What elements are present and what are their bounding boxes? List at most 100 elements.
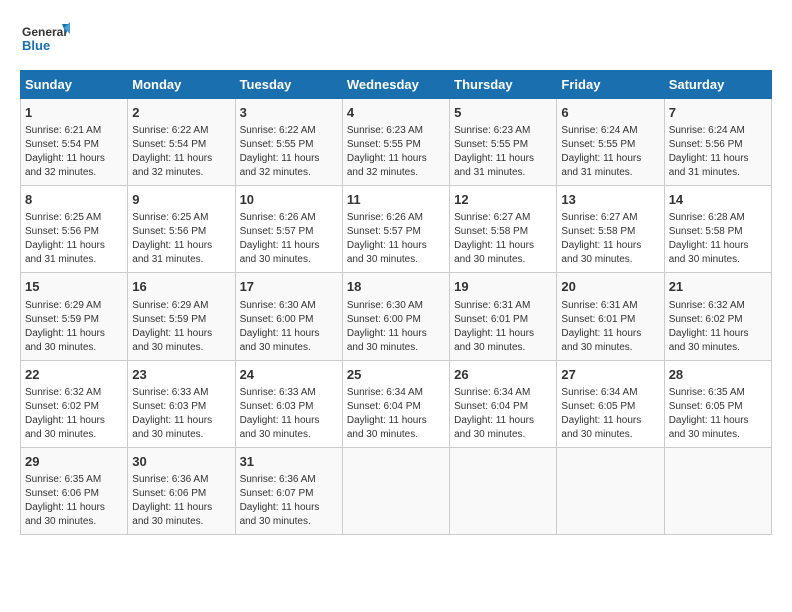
day-number: 7 [669,104,767,122]
calendar-week-row: 22 Sunrise: 6:32 AMSunset: 6:02 PMDayligh… [21,360,772,447]
day-number: 13 [561,191,659,209]
day-number: 11 [347,191,445,209]
calendar-day-cell: 6Sunrise: 6:24 AMSunset: 5:55 PMDaylight… [557,99,664,186]
day-info: Sunrise: 6:35 AMSunset: 6:05 PMDaylight:… [669,386,767,442]
day-info: Sunrise: 6:34 AMSunset: 6:04 PMDaylight:… [454,386,552,442]
day-number: 29 [25,453,123,471]
svg-text:Blue: Blue [22,38,50,53]
calendar-day-cell: 17Sunrise: 6:30 AMSunset: 6:00 PMDayligh… [235,273,342,360]
calendar-day-cell: 10 Sunrise: 6:26 AMSunset: 5:57 PMDayligh… [235,186,342,273]
day-number: 8 [25,191,123,209]
day-number: 20 [561,278,659,296]
day-number: 18 [347,278,445,296]
logo: General Blue [20,20,70,60]
day-number: 5 [454,104,552,122]
calendar-day-cell: 23Sunrise: 6:33 AMSunset: 6:03 PMDayligh… [128,360,235,447]
calendar-day-cell [450,447,557,534]
calendar-week-row: 29 Sunrise: 6:35 AMSunset: 6:06 PMDayligh… [21,447,772,534]
calendar-week-row: 1 Sunrise: 6:21 AMSunset: 5:54 PMDaylight… [21,99,772,186]
day-info: Sunrise: 6:25 AMSunset: 5:56 PMDaylight:… [25,211,123,267]
day-info: Sunrise: 6:31 AMSunset: 6:01 PMDaylight:… [561,299,659,355]
calendar-day-cell: 4Sunrise: 6:23 AMSunset: 5:55 PMDaylight… [342,99,449,186]
calendar-day-cell: 19Sunrise: 6:31 AMSunset: 6:01 PMDayligh… [450,273,557,360]
day-number: 24 [240,366,338,384]
calendar-day-cell: 22 Sunrise: 6:32 AMSunset: 6:02 PMDayligh… [21,360,128,447]
day-info: Sunrise: 6:34 AMSunset: 6:05 PMDaylight:… [561,386,659,442]
calendar-day-cell [342,447,449,534]
calendar-day-cell [664,447,771,534]
day-info: Sunrise: 6:28 AMSunset: 5:58 PMDaylight:… [669,211,767,267]
day-info: Sunrise: 6:27 AMSunset: 5:58 PMDaylight:… [454,211,552,267]
day-number: 17 [240,278,338,296]
day-number: 3 [240,104,338,122]
calendar-day-cell: 30Sunrise: 6:36 AMSunset: 6:06 PMDayligh… [128,447,235,534]
day-info: Sunrise: 6:36 AMSunset: 6:06 PMDaylight:… [132,473,230,529]
calendar-day-cell: 25Sunrise: 6:34 AMSunset: 6:04 PMDayligh… [342,360,449,447]
day-info: Sunrise: 6:23 AMSunset: 5:55 PMDaylight:… [347,124,445,180]
day-number: 6 [561,104,659,122]
calendar-day-cell: 31 Sunrise: 6:36 AMSunset: 6:07 PMDayligh… [235,447,342,534]
day-number: 22 [25,366,123,384]
calendar-day-cell: 5 Sunrise: 6:23 AMSunset: 5:55 PMDaylight… [450,99,557,186]
calendar-day-cell: 14 Sunrise: 6:28 AMSunset: 5:58 PMDayligh… [664,186,771,273]
calendar-header-row: SundayMondayTuesdayWednesdayThursdayFrid… [21,71,772,99]
calendar-day-cell: 15Sunrise: 6:29 AMSunset: 5:59 PMDayligh… [21,273,128,360]
day-number: 9 [132,191,230,209]
day-number: 27 [561,366,659,384]
svg-text:General: General [22,25,67,39]
day-of-week-header: Tuesday [235,71,342,99]
day-info: Sunrise: 6:30 AMSunset: 6:00 PMDaylight:… [347,299,445,355]
day-info: Sunrise: 6:32 AMSunset: 6:02 PMDaylight:… [25,386,123,442]
day-info: Sunrise: 6:27 AMSunset: 5:58 PMDaylight:… [561,211,659,267]
calendar-day-cell: 16 Sunrise: 6:29 AMSunset: 5:59 PMDayligh… [128,273,235,360]
day-number: 16 [132,278,230,296]
day-info: Sunrise: 6:23 AMSunset: 5:55 PMDaylight:… [454,124,552,180]
day-info: Sunrise: 6:26 AMSunset: 5:57 PMDaylight:… [240,211,338,267]
calendar-day-cell: 26 Sunrise: 6:34 AMSunset: 6:04 PMDayligh… [450,360,557,447]
day-info: Sunrise: 6:33 AMSunset: 6:03 PMDaylight:… [240,386,338,442]
day-info: Sunrise: 6:24 AMSunset: 5:56 PMDaylight:… [669,124,767,180]
day-of-week-header: Thursday [450,71,557,99]
day-number: 31 [240,453,338,471]
day-info: Sunrise: 6:29 AMSunset: 5:59 PMDaylight:… [25,299,123,355]
day-info: Sunrise: 6:33 AMSunset: 6:03 PMDaylight:… [132,386,230,442]
calendar-day-cell: 13 Sunrise: 6:27 AMSunset: 5:58 PMDayligh… [557,186,664,273]
day-number: 14 [669,191,767,209]
day-info: Sunrise: 6:32 AMSunset: 6:02 PMDaylight:… [669,299,767,355]
day-info: Sunrise: 6:29 AMSunset: 5:59 PMDaylight:… [132,299,230,355]
calendar-day-cell: 28 Sunrise: 6:35 AMSunset: 6:05 PMDayligh… [664,360,771,447]
calendar-day-cell [557,447,664,534]
calendar-day-cell: 1 Sunrise: 6:21 AMSunset: 5:54 PMDaylight… [21,99,128,186]
day-of-week-header: Wednesday [342,71,449,99]
logo-svg: General Blue [20,20,70,60]
day-info: Sunrise: 6:26 AMSunset: 5:57 PMDaylight:… [347,211,445,267]
day-info: Sunrise: 6:35 AMSunset: 6:06 PMDaylight:… [25,473,123,529]
day-info: Sunrise: 6:34 AMSunset: 6:04 PMDaylight:… [347,386,445,442]
day-number: 28 [669,366,767,384]
calendar-day-cell: 11 Sunrise: 6:26 AMSunset: 5:57 PMDayligh… [342,186,449,273]
calendar-day-cell: 8 Sunrise: 6:25 AMSunset: 5:56 PMDaylight… [21,186,128,273]
day-info: Sunrise: 6:31 AMSunset: 6:01 PMDaylight:… [454,299,552,355]
day-number: 2 [132,104,230,122]
day-of-week-header: Friday [557,71,664,99]
calendar-day-cell: 27 Sunrise: 6:34 AMSunset: 6:05 PMDayligh… [557,360,664,447]
day-of-week-header: Sunday [21,71,128,99]
day-number: 1 [25,104,123,122]
calendar-day-cell: 29 Sunrise: 6:35 AMSunset: 6:06 PMDayligh… [21,447,128,534]
day-info: Sunrise: 6:36 AMSunset: 6:07 PMDaylight:… [240,473,338,529]
day-info: Sunrise: 6:22 AMSunset: 5:55 PMDaylight:… [240,124,338,180]
calendar-table: SundayMondayTuesdayWednesdayThursdayFrid… [20,70,772,535]
day-info: Sunrise: 6:21 AMSunset: 5:54 PMDaylight:… [25,124,123,180]
calendar-day-cell: 20 Sunrise: 6:31 AMSunset: 6:01 PMDayligh… [557,273,664,360]
day-number: 12 [454,191,552,209]
day-info: Sunrise: 6:25 AMSunset: 5:56 PMDaylight:… [132,211,230,267]
calendar-day-cell: 2Sunrise: 6:22 AMSunset: 5:54 PMDaylight… [128,99,235,186]
day-number: 10 [240,191,338,209]
calendar-day-cell: 3 Sunrise: 6:22 AMSunset: 5:55 PMDaylight… [235,99,342,186]
day-of-week-header: Saturday [664,71,771,99]
page-header: General Blue [20,20,772,60]
calendar-day-cell: 18 Sunrise: 6:30 AMSunset: 6:00 PMDayligh… [342,273,449,360]
calendar-week-row: 8 Sunrise: 6:25 AMSunset: 5:56 PMDaylight… [21,186,772,273]
day-number: 26 [454,366,552,384]
calendar-day-cell: 9 Sunrise: 6:25 AMSunset: 5:56 PMDaylight… [128,186,235,273]
